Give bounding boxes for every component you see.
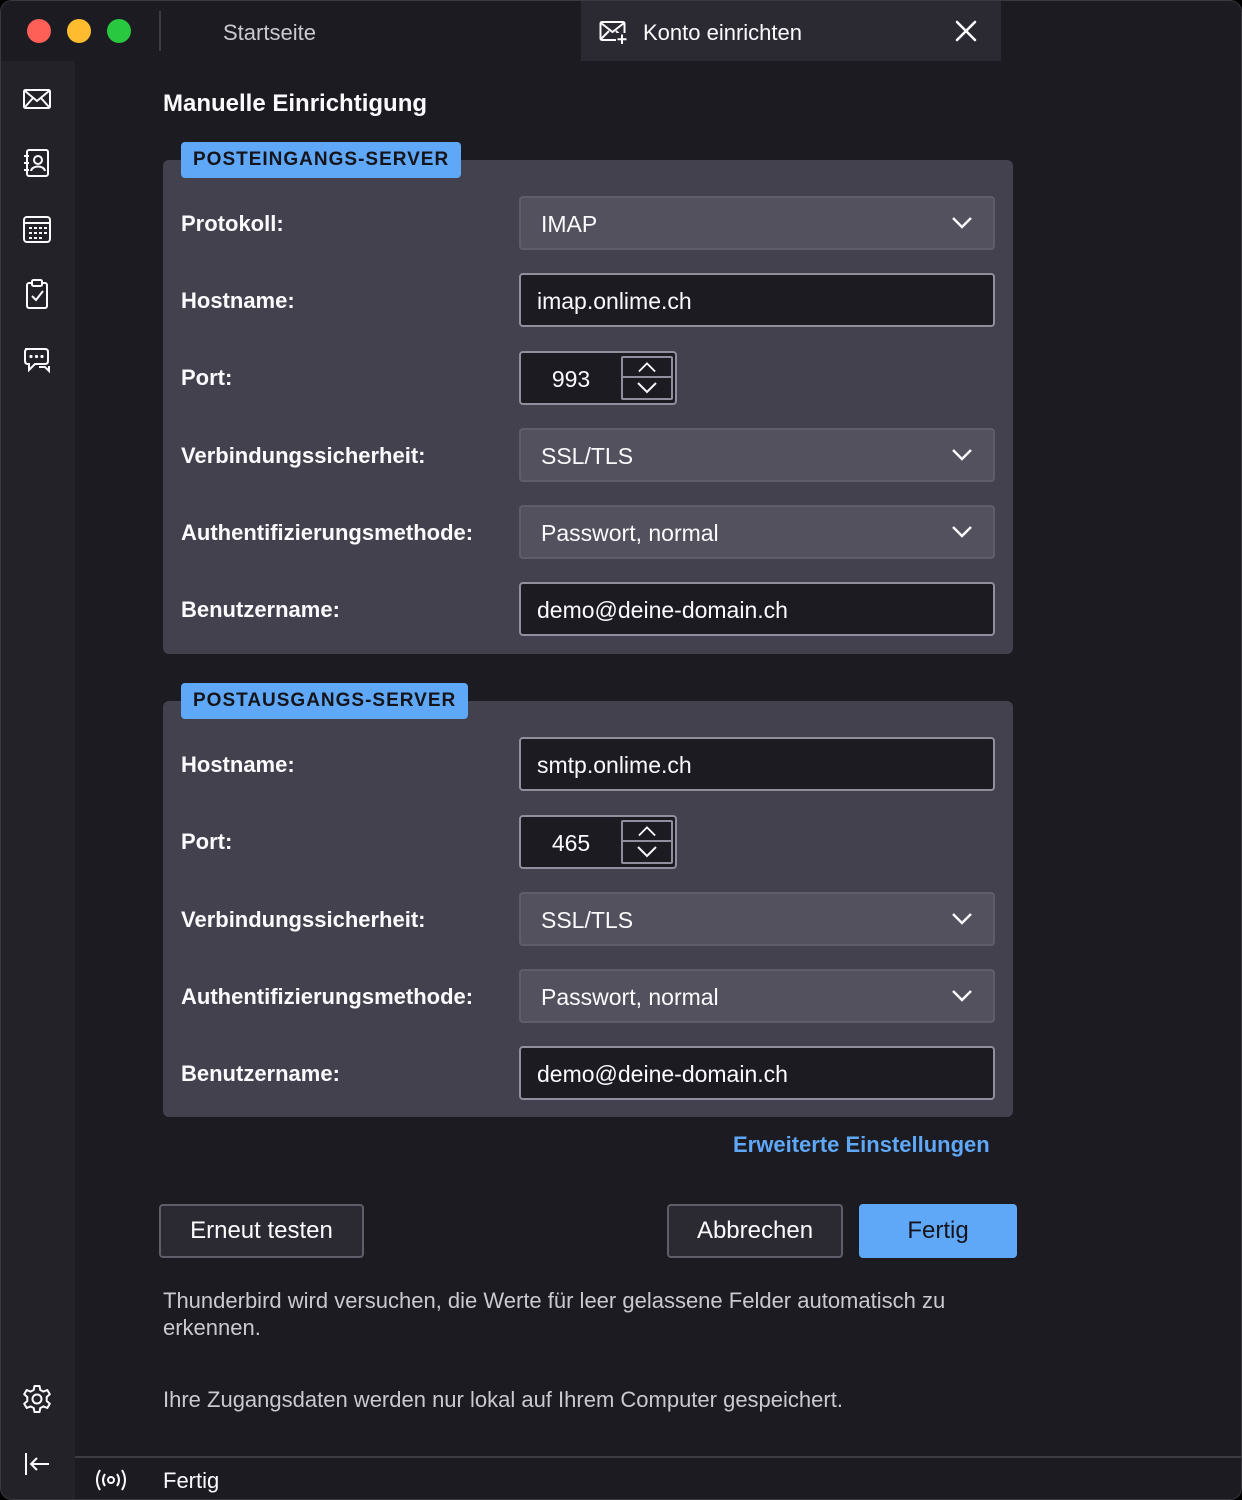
mail-setup-icon: [599, 21, 628, 45]
account-setup-content: Manuelle Einrichtigung POSTEINGANGS-SERV…: [75, 61, 1241, 1456]
protocol-label: Protokoll:: [181, 211, 284, 236]
incoming-security-value: SSL/TLS: [541, 443, 634, 469]
chevron-down-icon: [952, 526, 972, 538]
outgoing-port-value: 465: [551, 830, 591, 856]
outgoing-hostname-value: smtp.onlime.ch: [537, 752, 692, 778]
incoming-port-spin-buttons: [621, 356, 673, 400]
incoming-server-legend: POSTEINGANGS-SERVER: [181, 142, 462, 178]
done-button[interactable]: Fertig: [859, 1204, 1017, 1258]
status-bar: Fertig: [75, 1456, 1241, 1499]
tab-title: Konto einrichten: [643, 20, 802, 45]
titlebar-divider: [159, 11, 161, 51]
outgoing-auth-label: Authentifizierungsmethode:: [181, 984, 474, 1009]
chat-icon[interactable]: [21, 344, 53, 376]
outgoing-security-label: Verbindungssicherheit:: [181, 907, 426, 932]
app-window: Startseite Konto einrichten Manuelle Ein…: [0, 0, 1242, 1500]
chevron-down-icon: [952, 990, 972, 1002]
decrement-chevron-down-icon[interactable]: [623, 842, 671, 862]
autodetect-note: Thunderbird wird versuchen, die Werte fü…: [163, 1288, 946, 1340]
zoom-window-button[interactable]: [107, 19, 131, 43]
spaces-sidebar: [1, 61, 75, 1499]
outgoing-hostname-label: Hostname:: [181, 752, 295, 777]
incoming-username-input[interactable]: demo@deine-domain.ch: [519, 582, 995, 636]
minimize-window-button[interactable]: [67, 19, 91, 43]
decrement-chevron-down-icon[interactable]: [623, 378, 671, 398]
collapse-sidebar-icon[interactable]: [21, 1448, 53, 1480]
incoming-hostname-value: imap.onlime.ch: [537, 288, 692, 314]
calendar-icon[interactable]: [21, 213, 53, 245]
outgoing-security-value: SSL/TLS: [541, 907, 634, 933]
incoming-protocol-select[interactable]: IMAP: [519, 196, 995, 250]
outgoing-port-stepper[interactable]: 465: [519, 815, 677, 869]
incoming-auth-value: Passwort, normal: [541, 520, 719, 546]
settings-gear-icon[interactable]: [21, 1383, 53, 1415]
mail-icon[interactable]: [21, 83, 53, 115]
online-status-icon[interactable]: [93, 1466, 129, 1494]
privacy-note: Ihre Zugangsdaten werden nur lokal auf I…: [163, 1387, 843, 1412]
tab-startseite[interactable]: Startseite: [223, 20, 316, 46]
status-text: Fertig: [163, 1468, 220, 1493]
outgoing-hostname-input[interactable]: smtp.onlime.ch: [519, 737, 995, 791]
incoming-port-stepper[interactable]: 993: [519, 351, 677, 405]
tab-konto-einrichten[interactable]: Konto einrichten: [581, 1, 1001, 61]
incoming-port-value: 993: [551, 366, 591, 392]
outgoing-server-legend: POSTAUSGANGS-SERVER: [181, 683, 469, 719]
incoming-security-label: Verbindungssicherheit:: [181, 443, 426, 468]
chevron-down-icon: [952, 449, 972, 461]
incoming-hostname-label: Hostname:: [181, 288, 295, 313]
outgoing-username-value: demo@deine-domain.ch: [537, 1061, 788, 1087]
incoming-server-panel: POSTEINGANGS-SERVER Protokoll: IMAP Host…: [163, 142, 1013, 654]
tasks-icon[interactable]: [21, 278, 53, 310]
page-title: Manuelle Einrichtigung: [163, 90, 428, 117]
increment-chevron-up-icon[interactable]: [623, 358, 671, 378]
title-bar: Startseite Konto einrichten: [1, 1, 1241, 61]
incoming-port-label: Port:: [181, 365, 233, 390]
close-window-button[interactable]: [27, 19, 51, 43]
outgoing-auth-select[interactable]: Passwort, normal: [519, 969, 995, 1023]
incoming-hostname-input[interactable]: imap.onlime.ch: [519, 273, 995, 327]
chevron-down-icon: [952, 217, 972, 229]
outgoing-security-select[interactable]: SSL/TLS: [519, 892, 995, 946]
incoming-protocol-value: IMAP: [541, 211, 598, 237]
outgoing-port-spin-buttons: [621, 820, 673, 864]
address-book-icon[interactable]: [21, 147, 53, 179]
outgoing-server-panel: POSTAUSGANGS-SERVER Hostname: smtp.onlim…: [163, 683, 1013, 1117]
outgoing-port-label: Port:: [181, 829, 233, 854]
outgoing-username-label: Benutzername:: [181, 1061, 340, 1086]
outgoing-auth-value: Passwort, normal: [541, 984, 719, 1010]
increment-chevron-up-icon[interactable]: [623, 822, 671, 842]
advanced-settings-link[interactable]: Erweiterte Einstellungen: [733, 1132, 990, 1158]
incoming-username-value: demo@deine-domain.ch: [537, 597, 788, 623]
chevron-down-icon: [952, 913, 972, 925]
cancel-button[interactable]: Abbrechen: [667, 1204, 843, 1258]
incoming-auth-label: Authentifizierungsmethode:: [181, 520, 474, 545]
outgoing-username-input[interactable]: demo@deine-domain.ch: [519, 1046, 995, 1100]
retest-button[interactable]: Erneut testen: [159, 1204, 364, 1258]
incoming-username-label: Benutzername:: [181, 597, 340, 622]
close-tab-icon[interactable]: [953, 18, 979, 44]
incoming-security-select[interactable]: SSL/TLS: [519, 428, 995, 482]
incoming-auth-select[interactable]: Passwort, normal: [519, 505, 995, 559]
